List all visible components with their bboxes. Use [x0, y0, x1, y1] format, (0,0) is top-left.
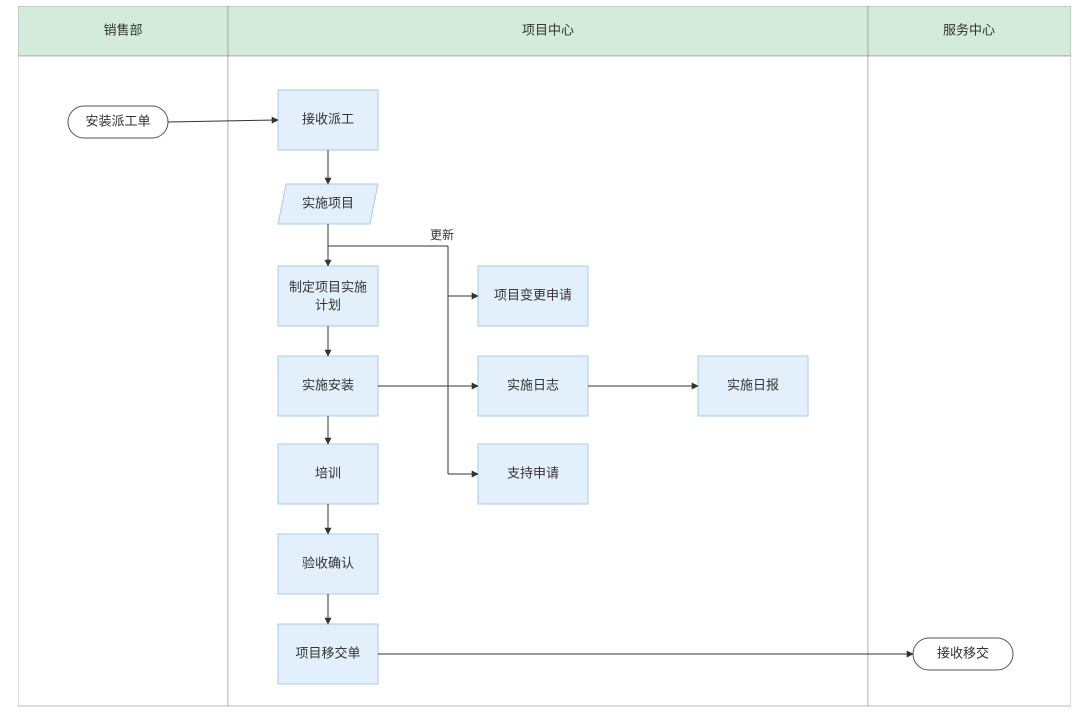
node-dispatch-order-label: 安装派工单	[85, 113, 150, 128]
node-impl-log-label: 实施日志	[507, 377, 559, 392]
node-daily-report-label: 实施日报	[727, 377, 779, 392]
node-training-label: 培训	[315, 465, 341, 480]
node-receive-dispatch-label: 接收派工	[302, 111, 354, 126]
node-accept-confirm-label: 验收确认	[302, 555, 354, 570]
lane-body-sales	[18, 56, 228, 706]
node-support-request-label: 支持申请	[507, 465, 559, 480]
node-make-plan-label-1: 制定项目实施	[289, 279, 367, 294]
lane-body-service	[868, 56, 1071, 706]
node-impl-project-label: 实施项目	[302, 195, 354, 210]
lane-header-service-label: 服务中心	[943, 22, 995, 37]
node-install-label: 实施安装	[302, 377, 354, 392]
label-update: 更新	[430, 227, 454, 242]
node-change-request-label: 项目变更申请	[494, 287, 572, 302]
node-receive-handover-label: 接收移交	[937, 645, 989, 660]
node-make-plan	[278, 266, 378, 326]
node-handover-label: 项目移交单	[295, 645, 360, 660]
lane-header-project-label: 项目中心	[522, 22, 574, 37]
lane-header-sales-label: 销售部	[103, 22, 142, 37]
flowchart: 销售部 项目中心 服务中心 安装派工单 接收派工 实施项目 制定项目实施 计划 …	[18, 6, 1071, 716]
node-make-plan-label-2: 计划	[315, 297, 341, 312]
